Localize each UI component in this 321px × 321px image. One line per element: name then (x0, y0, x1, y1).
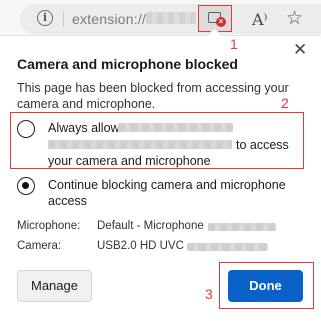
site-name-redacted-line2 (48, 140, 232, 149)
url-redacted (146, 12, 196, 24)
camera-label: Camera: (17, 240, 62, 252)
url-text[interactable]: extension:// (72, 11, 146, 27)
camera-redacted (187, 243, 268, 251)
microphone-redacted (208, 223, 276, 231)
microphone-value: Default - Microphone (97, 220, 204, 232)
site-name-redacted (118, 123, 233, 132)
always-allow-suffix[interactable]: to access (236, 137, 289, 153)
annotation-marker-3: 3 (205, 286, 213, 302)
blocked-badge-icon: × (216, 17, 226, 27)
add-favorite-icon[interactable]: ☆ (286, 7, 303, 30)
camera-value: USB2.0 HD UVC (97, 240, 184, 252)
close-icon[interactable]: ✕ (293, 40, 307, 60)
popup-description: This page has been blocked from accessin… (17, 81, 289, 111)
browser-toolbar: i extension:// × A⁾ ☆ (0, 0, 321, 38)
always-allow-line3[interactable]: your camera and microphone (48, 153, 211, 169)
address-separator (63, 11, 64, 27)
radio-always-allow[interactable] (17, 120, 35, 138)
continue-blocking-label[interactable]: Continue blocking camera and microphone … (48, 177, 308, 209)
microphone-label: Microphone: (17, 220, 81, 232)
read-aloud-icon[interactable]: A⁾ (252, 10, 267, 29)
popup-title: Camera and microphone blocked (17, 56, 238, 72)
radio-continue-blocking[interactable] (17, 177, 35, 195)
done-button[interactable]: Done (228, 270, 303, 302)
radio-selected-dot (22, 182, 29, 189)
always-allow-label[interactable]: Always allow (48, 120, 120, 136)
info-icon[interactable]: i (37, 10, 53, 26)
manage-button[interactable]: Manage (17, 270, 92, 302)
annotation-marker-1: 1 (230, 36, 238, 52)
